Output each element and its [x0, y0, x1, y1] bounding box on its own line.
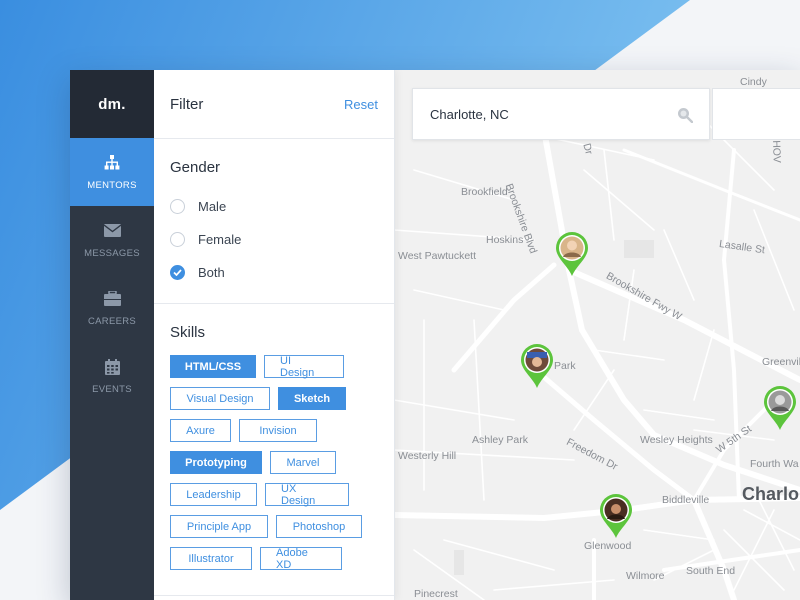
- map-label: Greenvil: [762, 356, 800, 368]
- map-label: Ashley Park: [472, 434, 529, 446]
- skills-list: HTML/CSS UI Design Visual Design Sketch …: [170, 355, 378, 579]
- skill-chip[interactable]: UX Design: [265, 483, 349, 507]
- map-label: Wilmore: [626, 570, 665, 582]
- nav-item-events[interactable]: EVENTS: [70, 342, 154, 410]
- nav-item-messages[interactable]: MESSAGES: [70, 206, 154, 274]
- map-label: Brookfield: [461, 186, 508, 198]
- map-label: Fourth Wa: [750, 458, 799, 470]
- mentor-map-pin[interactable]: [519, 342, 555, 390]
- skill-chip[interactable]: Illustrator: [170, 547, 252, 570]
- location-search: [412, 88, 710, 140]
- secondary-search-field[interactable]: [712, 88, 800, 140]
- skill-chip[interactable]: Prototyping: [170, 451, 262, 474]
- map-label: Westerly Hill: [398, 450, 457, 462]
- filter-title: Filter: [170, 95, 204, 113]
- map-label: South End: [686, 565, 736, 577]
- nav-label: EVENTS: [92, 383, 132, 395]
- map-label: Glenwood: [584, 540, 632, 552]
- skill-chip[interactable]: UI Design: [264, 355, 344, 379]
- reset-button[interactable]: Reset: [344, 97, 378, 112]
- nav-item-careers[interactable]: CAREERS: [70, 274, 154, 342]
- map-roads: [394, 98, 800, 600]
- map-label: HOV: [770, 140, 783, 164]
- skill-chip[interactable]: Axure: [170, 419, 231, 442]
- skill-chip[interactable]: HTML/CSS: [170, 355, 256, 378]
- map-pin-icon: [521, 344, 553, 388]
- skill-chip[interactable]: Leadership: [170, 483, 257, 506]
- skill-chip[interactable]: Photoshop: [276, 515, 362, 538]
- nav-item-mentors[interactable]: MENTORS: [70, 138, 154, 206]
- radio-button-checked[interactable]: [170, 265, 185, 280]
- search-icon[interactable]: [677, 107, 694, 128]
- sitemap-icon: [103, 154, 121, 172]
- logo: dm.: [70, 70, 154, 138]
- radio-label: Male: [198, 199, 227, 214]
- map-label: West Pawtuckett: [398, 250, 477, 262]
- envelope-icon: [103, 222, 121, 240]
- skill-chip[interactable]: Marvel: [270, 451, 336, 474]
- calendar-icon: [103, 358, 121, 376]
- gender-option-female[interactable]: Female: [170, 223, 378, 256]
- mentor-map-pin[interactable]: [762, 384, 798, 432]
- sidebar-nav: dm. MENTORS MESSAGES CAREERS EVENTS: [70, 70, 154, 600]
- map-label: Cindy: [740, 76, 767, 88]
- nav-label: CAREERS: [87, 315, 137, 327]
- radio-button[interactable]: [170, 199, 185, 214]
- gender-option-male[interactable]: Male: [170, 190, 378, 223]
- radio-button[interactable]: [170, 232, 185, 247]
- map-label-city: Charlo: [742, 484, 800, 504]
- mentor-map-pin[interactable]: [554, 230, 590, 278]
- radio-label: Both: [198, 265, 225, 280]
- map-label: Hoskins: [486, 234, 524, 246]
- briefcase-icon: [103, 290, 121, 308]
- checkmark-icon: [173, 269, 182, 276]
- location-search-input[interactable]: [428, 105, 662, 123]
- nav-label: MENTORS: [87, 179, 137, 191]
- map-label: Biddleville: [662, 494, 710, 506]
- map-label: Park: [554, 360, 576, 372]
- map-label: Pinecrest: [414, 588, 458, 600]
- map-label: Wesley Heights: [640, 434, 713, 446]
- map-pin-icon: [600, 494, 632, 538]
- map-view[interactable]: Cindy Brookshire Blvd Dr HOV Brookfield …: [394, 70, 800, 600]
- gender-section: Gender Male Female Both: [154, 139, 394, 304]
- nav-label: MESSAGES: [84, 247, 140, 259]
- radio-label: Female: [198, 232, 242, 247]
- gender-title: Gender: [170, 159, 221, 176]
- skills-title: Skills: [170, 324, 206, 341]
- filter-header: Filter Reset: [154, 70, 394, 139]
- skill-chip[interactable]: Sketch: [278, 387, 346, 410]
- map-pin-icon: [764, 386, 796, 430]
- skill-chip[interactable]: Adobe XD: [260, 547, 342, 571]
- skill-chip[interactable]: Visual Design: [170, 387, 270, 410]
- skill-chip[interactable]: Invision: [239, 419, 317, 442]
- skill-chip[interactable]: Principle App: [170, 515, 268, 538]
- map-pin-icon: [556, 232, 588, 276]
- mentor-map-pin[interactable]: [598, 492, 634, 540]
- app-window: dm. MENTORS MESSAGES CAREERS EVENTS Filt…: [70, 70, 800, 600]
- gender-option-both[interactable]: Both: [170, 256, 378, 289]
- skills-section: Skills HTML/CSS UI Design Visual Design …: [154, 304, 394, 596]
- filter-panel: Filter Reset Gender Male Female Both Ski…: [154, 70, 395, 600]
